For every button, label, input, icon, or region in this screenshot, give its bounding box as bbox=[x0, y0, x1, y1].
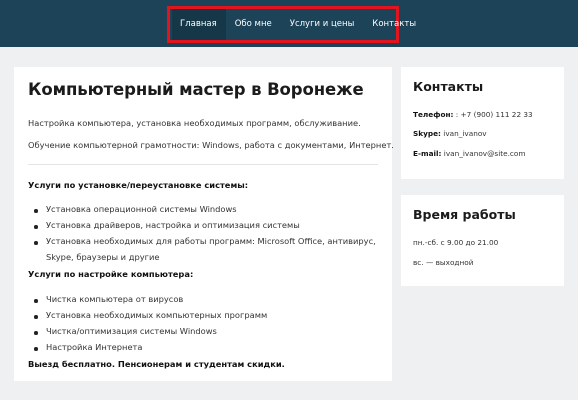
page-title: Компьютерный мастер в Воронеже bbox=[28, 80, 364, 99]
email-label: E-mail: bbox=[413, 149, 442, 158]
list-item: Чистка компьютера от вирусов bbox=[33, 294, 267, 310]
list-item: Установка операционной системы Windows bbox=[34, 204, 376, 220]
install-services-list: Установка операционной системы Windows У… bbox=[28, 204, 376, 251]
contacts-card: Контакты Телефон: : +7 (900) 111 22 33 S… bbox=[401, 67, 564, 179]
email-value[interactable]: ivan_ivanov@site.com bbox=[444, 149, 526, 158]
intro-text-1: Настройка компьютера, установка необходи… bbox=[28, 118, 361, 128]
hours-sunday: вс. — выходной bbox=[413, 258, 474, 267]
skype-value[interactable]: ivan_ivanov bbox=[443, 129, 486, 138]
phone-label: Телефон: bbox=[413, 110, 454, 119]
main-content: Компьютерный мастер в Воронеже Настройка… bbox=[14, 67, 394, 381]
phone-value[interactable]: : +7 (900) 111 22 33 bbox=[456, 110, 533, 119]
list-item: Установка необходимых компьютерных прогр… bbox=[33, 310, 267, 326]
phone-row: Телефон: : +7 (900) 111 22 33 bbox=[413, 110, 533, 119]
list-item: Установка необходимых для работы програм… bbox=[34, 236, 376, 251]
list-item: Чистка/оптимизация системы Windows bbox=[33, 326, 267, 342]
nav-item-contacts[interactable]: Контакты bbox=[363, 9, 425, 40]
contacts-title: Контакты bbox=[413, 79, 484, 94]
skype-label: Skype: bbox=[413, 129, 441, 138]
hours-weekdays: пн.-сб. с 9.00 до 21.00 bbox=[413, 238, 499, 247]
main-menu: Главная Обо мне Услуги и цены Контакты bbox=[167, 6, 416, 43]
email-row: E-mail: ivan_ivanov@site.com bbox=[413, 149, 526, 158]
nav-item-services[interactable]: Услуги и цены bbox=[281, 9, 364, 40]
skype-row: Skype: ivan_ivanov bbox=[413, 129, 487, 138]
nav-item-about[interactable]: Обо мне bbox=[226, 9, 281, 40]
setup-services-list: Чистка компьютера от вирусов Установка н… bbox=[28, 294, 267, 358]
intro-text-2: Обучение компьютерной грамотности: Windo… bbox=[28, 140, 394, 150]
section-heading-setup: Услуги по настройке компьютера: bbox=[28, 269, 194, 279]
working-hours-card: Время работы пн.-сб. с 9.00 до 21.00 вс.… bbox=[401, 195, 564, 286]
footer-note: Выезд бесплатно. Пенсионерам и студентам… bbox=[28, 359, 285, 369]
section-heading-install: Услуги по установке/переустановке систем… bbox=[28, 180, 249, 190]
list-item-continuation: Skype, браузеры и другие bbox=[46, 252, 160, 262]
working-hours-title: Время работы bbox=[413, 207, 516, 222]
list-item: Настройка Интернета bbox=[33, 342, 267, 358]
nav-item-home[interactable]: Главная bbox=[172, 9, 226, 40]
content-divider bbox=[28, 164, 378, 165]
list-item: Установка драйверов, настройка и оптимиз… bbox=[34, 220, 376, 236]
